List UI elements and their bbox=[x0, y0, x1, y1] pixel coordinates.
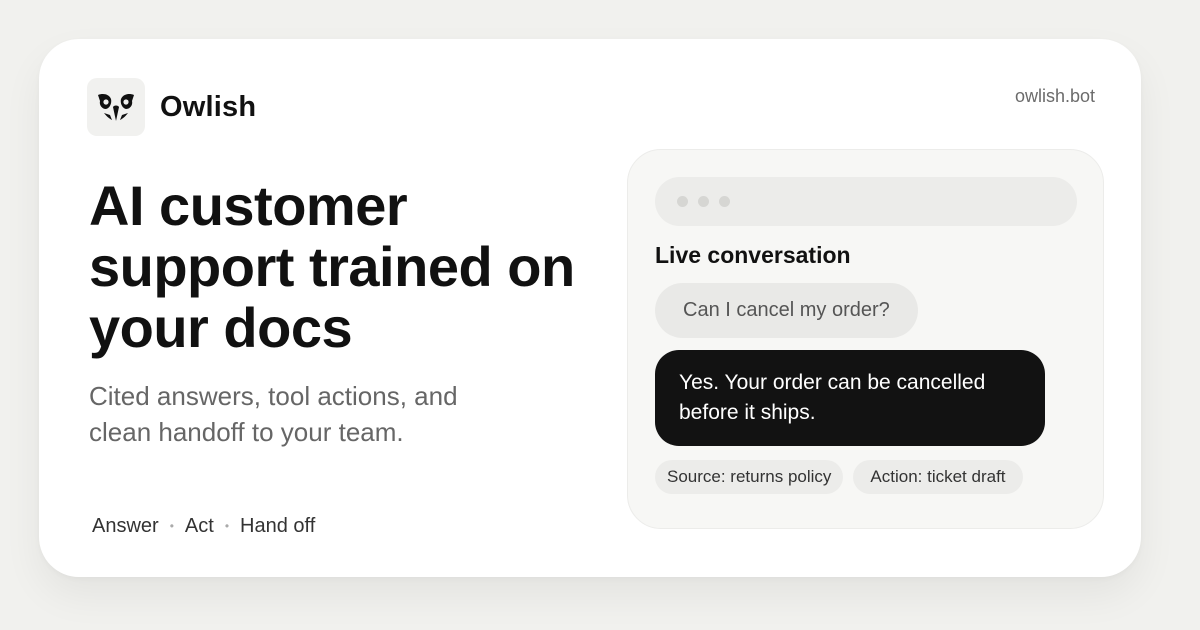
feature-separator: • bbox=[224, 519, 230, 533]
chat-window-bar bbox=[655, 177, 1077, 226]
source-chip[interactable]: Source: returns policy bbox=[655, 460, 844, 494]
feature-answer: Answer bbox=[92, 515, 159, 537]
owl-icon bbox=[98, 94, 134, 121]
feature-hand-off: Hand off bbox=[240, 515, 316, 537]
action-chip[interactable]: Action: ticket draft bbox=[853, 460, 1023, 494]
feature-act: Act bbox=[184, 515, 214, 537]
window-dot bbox=[677, 196, 688, 207]
bot-message: Yes. Your order can be cancelled before … bbox=[655, 350, 1045, 446]
chat-chips: Source: returns policy Action: ticket dr… bbox=[655, 460, 1023, 494]
headline: AI customer support trained on your docs bbox=[89, 174, 575, 359]
brand-name: Owlish bbox=[160, 91, 257, 123]
feature-list: Answer • Act • Hand off bbox=[92, 513, 315, 539]
window-dot bbox=[719, 196, 730, 207]
window-dot bbox=[698, 196, 709, 207]
hero-card: Owlish owlish.bot AI customer support tr… bbox=[39, 39, 1141, 577]
user-message: Can I cancel my order? bbox=[655, 283, 918, 338]
logo bbox=[87, 78, 145, 136]
subheadline: Cited answers, tool actions, and clean h… bbox=[89, 381, 458, 447]
feature-separator: • bbox=[169, 519, 174, 533]
chat-preview: Live conversation Can I cancel my order?… bbox=[627, 149, 1104, 529]
chat-title: Live conversation bbox=[655, 242, 851, 268]
site-domain[interactable]: owlish.bot bbox=[1015, 85, 1095, 107]
